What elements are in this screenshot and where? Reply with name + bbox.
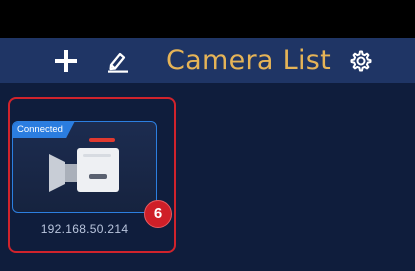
page-title: Camera List (166, 45, 332, 76)
camera-card[interactable]: Connected (12, 121, 157, 213)
gear-icon (350, 50, 372, 71)
edit-button[interactable] (104, 38, 132, 83)
plus-icon (55, 49, 77, 72)
add-camera-button[interactable] (52, 38, 80, 83)
step-number-badge: 6 (144, 200, 172, 228)
status-bar (0, 0, 415, 38)
camera-ip-label: 192.168.50.214 (40, 222, 129, 236)
settings-button[interactable] (346, 38, 376, 83)
app-header: Camera List (0, 38, 415, 83)
pencil-icon (108, 52, 128, 73)
video-camera-icon (49, 138, 119, 192)
